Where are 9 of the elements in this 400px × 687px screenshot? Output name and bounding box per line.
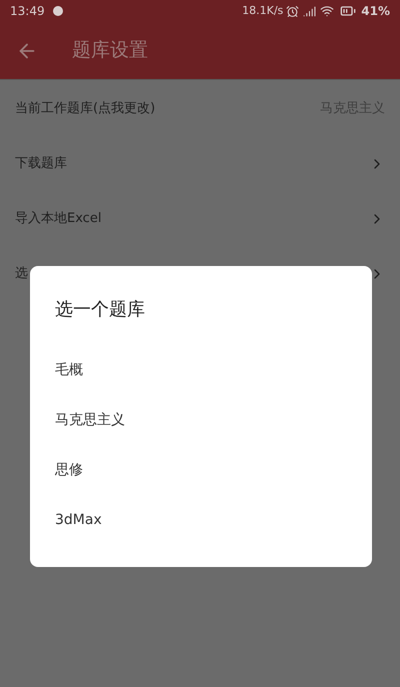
net-speed: 18.1K/s: [242, 2, 284, 19]
row-label: 当前工作题库(点我更改): [15, 100, 156, 118]
row-label: 导入本地Excel: [15, 210, 102, 228]
battery-level: 41%: [361, 3, 390, 20]
row-label: 下载题库: [15, 154, 67, 173]
status-time: 13:49: [10, 3, 45, 20]
page-title: 题库设置: [72, 38, 148, 64]
row-label: 选: [15, 264, 28, 283]
dialog-title: 选一个题库: [55, 298, 146, 322]
